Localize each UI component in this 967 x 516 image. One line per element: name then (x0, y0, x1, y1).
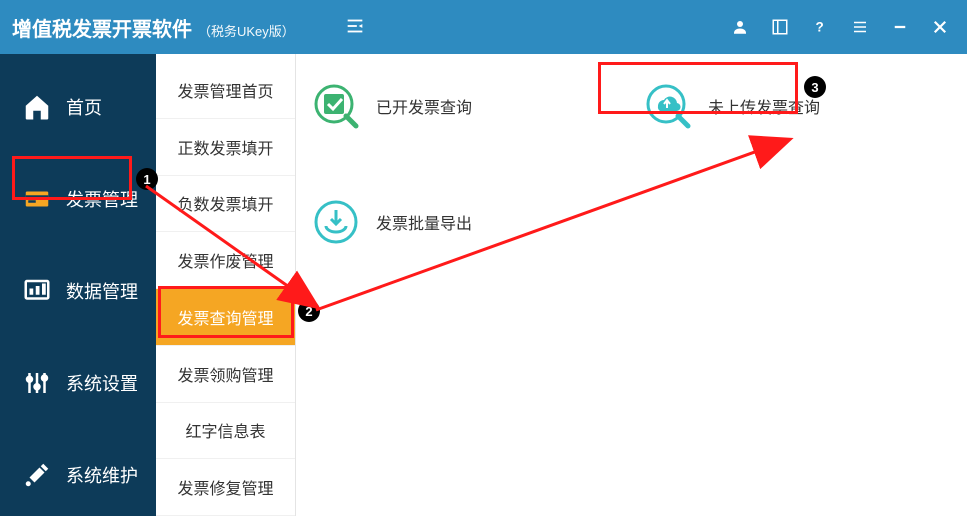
svg-text:?: ? (816, 20, 824, 35)
help-icon[interactable]: ? (811, 18, 829, 36)
sidebar-item-label: 发票管理 (66, 186, 138, 212)
tile-label: 未上传发票查询 (708, 94, 820, 118)
sidebar-item-invoice[interactable]: 发票管理 (0, 170, 156, 228)
app-title: 增值税发票开票软件 (12, 13, 192, 42)
submenu-label: 发票作废管理 (177, 248, 273, 272)
submenu-label: 发票管理首页 (177, 78, 273, 102)
content-area: 已开发票查询 未上传发票查询 发票批量导出 (296, 54, 967, 516)
user-icon[interactable] (731, 18, 749, 36)
submenu-item-purchase[interactable]: 发票领购管理 (156, 346, 295, 403)
maint-icon (22, 460, 52, 490)
menu-icon[interactable] (851, 18, 869, 36)
sidebar-secondary: 发票管理首页 正数发票填开 负数发票填开 发票作废管理 发票查询管理 发票领购管… (156, 54, 296, 516)
submenu-label: 发票查询管理 (177, 305, 273, 329)
settings-icon (22, 368, 52, 398)
minimize-icon[interactable] (891, 18, 909, 36)
submenu-item-negative[interactable]: 负数发票填开 (156, 176, 295, 233)
submenu-item-query[interactable]: 发票查询管理 (156, 289, 295, 346)
submenu-item-repair[interactable]: 发票修复管理 (156, 459, 295, 516)
data-icon (22, 276, 52, 306)
sidebar-item-home[interactable]: 首页 (0, 78, 156, 136)
sidebar-primary: 首页 发票管理 数据管理 系统设置 (0, 54, 156, 516)
sidebar-item-label: 系统维护 (66, 462, 138, 488)
sidebar-item-maint[interactable]: 系统维护 (0, 446, 156, 504)
tile-issued-query[interactable]: 已开发票查询 (306, 78, 478, 134)
submenu-label: 红字信息表 (185, 418, 265, 442)
tile-label: 已开发票查询 (376, 94, 472, 118)
sidebar-item-settings[interactable]: 系统设置 (0, 354, 156, 412)
check-icon (312, 82, 360, 130)
tile-batch-export[interactable]: 发票批量导出 (306, 194, 526, 250)
submenu-item-red[interactable]: 红字信息表 (156, 403, 295, 460)
cloud-icon (644, 82, 692, 130)
sidebar-item-label: 首页 (66, 94, 102, 120)
home-icon (22, 92, 52, 122)
export-icon (312, 198, 360, 246)
submenu-item-void[interactable]: 发票作废管理 (156, 232, 295, 289)
app-subtitle: （税务UKey版） (198, 21, 295, 40)
submenu-label: 发票领购管理 (177, 362, 273, 386)
sidebar-item-data[interactable]: 数据管理 (0, 262, 156, 320)
close-icon[interactable] (931, 18, 949, 36)
tile-label: 发票批量导出 (376, 210, 472, 234)
invoice-icon (22, 184, 52, 214)
submenu-label: 正数发票填开 (177, 135, 273, 159)
layout-icon[interactable] (771, 18, 789, 36)
submenu-label: 发票修复管理 (177, 475, 273, 499)
submenu-item-positive[interactable]: 正数发票填开 (156, 119, 295, 176)
titlebar: 增值税发票开票软件 （税务UKey版） ? (0, 0, 967, 54)
submenu-label: 负数发票填开 (177, 191, 273, 215)
sidebar-item-label: 数据管理 (66, 278, 138, 304)
sidebar-item-label: 系统设置 (66, 370, 138, 396)
submenu-item-home[interactable]: 发票管理首页 (156, 62, 295, 119)
tile-unupload-query[interactable]: 未上传发票查询 (638, 78, 826, 134)
collapse-toggle[interactable] (344, 15, 368, 39)
